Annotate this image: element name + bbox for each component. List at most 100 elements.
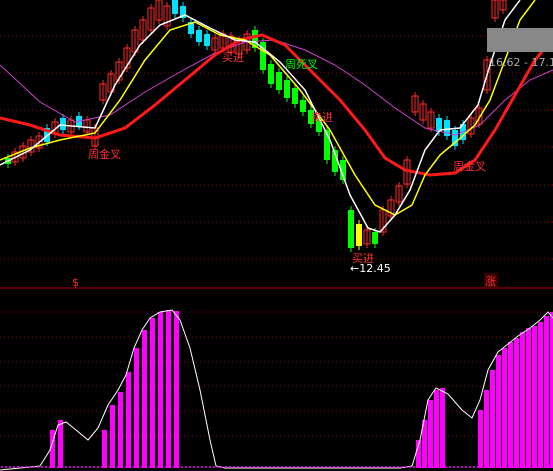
baseline-dot-52 [209, 466, 211, 468]
indicator-bar-2 [102, 430, 107, 468]
baseline-dot-134 [537, 466, 539, 468]
baseline-dot-115 [461, 466, 463, 468]
baseline-dot-108 [433, 466, 435, 468]
candle-body-37 [300, 100, 306, 112]
indicator-bars [50, 310, 553, 468]
candle-body-34 [276, 72, 282, 90]
baseline-dot-105 [421, 466, 423, 468]
baseline-dot-40 [161, 466, 163, 468]
baseline-dot-55 [221, 466, 223, 468]
indicator-bar-27 [538, 322, 543, 468]
baseline-dot-97 [389, 466, 391, 468]
baseline-dot-94 [377, 466, 379, 468]
baseline-dot-49 [197, 466, 199, 468]
candle-body-36 [292, 88, 298, 104]
baseline-dot-13 [53, 466, 55, 468]
baseline-dot-11 [45, 466, 47, 468]
price-box-label: 16.62 - 17.1 [489, 56, 553, 69]
indicator-bar-5 [126, 372, 131, 468]
marker-zhang: 涨 [485, 275, 496, 288]
baseline-dot-127 [509, 466, 511, 468]
baseline-dot-93 [373, 466, 375, 468]
price-gridlines [0, 35, 553, 260]
baseline-dot-50 [201, 466, 203, 468]
baseline-dot-101 [405, 466, 407, 468]
baseline-dot-30 [121, 466, 123, 468]
baseline-dot-63 [253, 466, 255, 468]
baseline-dot-120 [481, 466, 483, 468]
baseline-dot-128 [513, 466, 515, 468]
candle-body-21 [172, 0, 178, 14]
baseline-dot-74 [297, 466, 299, 468]
indicator-bar-9 [158, 312, 163, 468]
baseline-dot-124 [497, 466, 499, 468]
baseline-dot-56 [225, 466, 227, 468]
baseline-dot-95 [381, 466, 383, 468]
annotation-low-price: ←12.45 [350, 262, 391, 275]
baseline-dot-77 [309, 466, 311, 468]
baseline-dot-131 [525, 466, 527, 468]
baseline-dot-109 [437, 466, 439, 468]
baseline-dot-59 [237, 466, 239, 468]
baseline-dot-69 [277, 466, 279, 468]
baseline-dot-79 [317, 466, 319, 468]
indicator-bar-4 [118, 392, 123, 468]
baseline-dot-116 [465, 466, 467, 468]
baseline-dot-58 [233, 466, 235, 468]
chart-canvas: 16.62 - 17.1 周金叉 买进 周死叉 卖进 买进 ←12.45 周金叉… [0, 0, 553, 471]
baseline-dot-17 [69, 466, 71, 468]
indicator-bar-19 [490, 370, 495, 468]
baseline-dot-86 [345, 466, 347, 468]
baseline-dot-8 [33, 466, 35, 468]
baseline-dot-37 [149, 466, 151, 468]
baseline-dot-88 [353, 466, 355, 468]
baseline-dot-47 [189, 466, 191, 468]
baseline-dot-14 [57, 466, 59, 468]
candle-body-24 [196, 30, 202, 42]
baseline-dot-32 [129, 466, 131, 468]
baseline-dot-38 [153, 466, 155, 468]
baseline-dot-102 [409, 466, 411, 468]
ma-yellow-line [0, 0, 536, 216]
baseline-dot-2 [9, 466, 11, 468]
baseline-dot-24 [97, 466, 99, 468]
baseline-dot-48 [193, 466, 195, 468]
baseline-dot-89 [357, 466, 359, 468]
baseline-dot-54 [217, 466, 219, 468]
baseline-dot-85 [341, 466, 343, 468]
baseline-dot-64 [257, 466, 259, 468]
baseline-dot-135 [541, 466, 543, 468]
baseline-dot-110 [441, 466, 443, 468]
baseline-dot-129 [517, 466, 519, 468]
indicator-bar-10 [166, 310, 171, 468]
baseline-dot-119 [477, 466, 479, 468]
candle-body-43 [348, 210, 354, 248]
baseline-dot-19 [77, 466, 79, 468]
baseline-dot-90 [361, 466, 363, 468]
baseline-dot-61 [245, 466, 247, 468]
baseline-dot-76 [305, 466, 307, 468]
baseline-dot-103 [413, 466, 415, 468]
baseline-dot-46 [185, 466, 187, 468]
baseline-dot-106 [425, 466, 427, 468]
baseline-dot-7 [29, 466, 31, 468]
baseline-dot-51 [205, 466, 207, 468]
baseline-dot-39 [157, 466, 159, 468]
ma-red-line [0, 33, 553, 177]
baseline-dot-60 [241, 466, 243, 468]
baseline-dot-3 [13, 466, 15, 468]
baseline-dot-83 [333, 466, 335, 468]
baseline-dot-6 [25, 466, 27, 468]
baseline-dot-9 [37, 466, 39, 468]
baseline-dot-35 [141, 466, 143, 468]
baseline-dot-75 [301, 466, 303, 468]
baseline-dot-91 [365, 466, 367, 468]
baseline-dot-107 [429, 466, 431, 468]
baseline-dot-114 [457, 466, 459, 468]
indicator-bar-23 [514, 338, 519, 468]
baseline-dot-33 [133, 466, 135, 468]
indicator-bar-21 [502, 348, 507, 468]
baseline-dot-132 [529, 466, 531, 468]
baseline-dot-123 [493, 466, 495, 468]
baseline-dot-27 [109, 466, 111, 468]
